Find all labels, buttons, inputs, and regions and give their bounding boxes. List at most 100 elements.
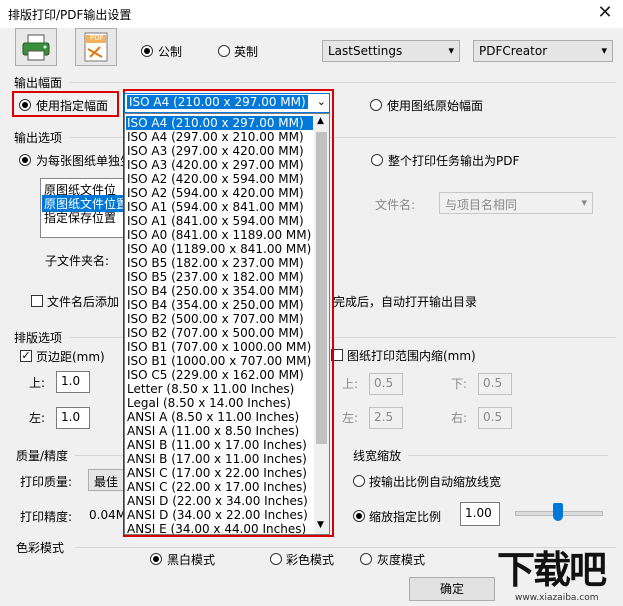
bw-radio[interactable]: [150, 553, 162, 565]
metric-label: 公制: [158, 45, 183, 59]
paper-size-option[interactable]: ANSI E (34.00 x 44.00 Inches): [126, 522, 313, 534]
paper-size-option[interactable]: ISO A4 (210.00 x 297.00 MM): [126, 116, 313, 130]
append-checkbox[interactable]: [31, 295, 43, 307]
chevron-down-icon: ▾: [601, 44, 607, 57]
linewidth-group-label: 线宽缩放: [353, 449, 402, 463]
shrink-bottom-label: 下:: [451, 377, 468, 391]
ok-button[interactable]: 确定: [409, 577, 495, 601]
precision-value: 0.04M: [89, 508, 127, 522]
chevron-down-icon: ▾: [581, 196, 587, 209]
paper-size-option[interactable]: ISO A1 (594.00 x 841.00 MM): [126, 200, 313, 214]
paper-size-option[interactable]: ISO A2 (420.00 x 594.00 MM): [126, 172, 313, 186]
paper-size-option[interactable]: ISO B5 (182.00 x 237.00 MM): [126, 256, 313, 270]
shrink-right-label: 右:: [451, 411, 468, 425]
color-group-label: 色彩模式: [16, 541, 65, 555]
output-size-group-label: 输出幅面: [14, 76, 63, 90]
paper-size-option[interactable]: ISO A3 (420.00 x 297.00 MM): [126, 158, 313, 172]
shrink-left-input[interactable]: 2.5: [369, 407, 403, 429]
gray-radio[interactable]: [360, 553, 372, 565]
paper-size-option[interactable]: ANSI A (8.50 x 11.00 Inches): [126, 410, 313, 424]
open-after-label: 完成后，自动打开输出目录: [333, 295, 478, 309]
paper-size-dropdown[interactable]: ANSI E (34.00 x 44.00 Inches) ANSI D (34.…: [124, 113, 330, 535]
printer-combo[interactable]: PDFCreator ▾: [473, 40, 613, 62]
paper-size-option[interactable]: ISO C5 (229.00 x 162.00 MM): [126, 368, 313, 382]
paper-size-option[interactable]: ISO B2 (500.00 x 707.00 MM): [126, 312, 313, 326]
scroll-up-icon[interactable]: ▲: [317, 116, 324, 126]
pdf-icon-label: PDF: [90, 34, 104, 42]
filename-combo[interactable]: 与项目名相同 ▾: [439, 192, 593, 214]
linewidth-input[interactable]: 1.00: [460, 502, 500, 526]
paper-size-option[interactable]: ISO A2 (594.00 x 420.00 MM): [126, 186, 313, 200]
window-title: 排版打印/PDF输出设置: [8, 8, 132, 22]
paper-size-option[interactable]: ISO B1 (707.00 x 1000.00 MM): [126, 340, 313, 354]
logo-text: 下载吧: [497, 548, 607, 592]
paper-size-option[interactable]: ANSI D (34.00 x 22.00 Inches): [126, 508, 313, 522]
paper-size-option[interactable]: ISO B4 (354.00 x 250.00 MM): [126, 298, 313, 312]
shrink-bottom-input[interactable]: 0.5: [478, 373, 512, 395]
print-quality-combo[interactable]: 最佳: [88, 469, 128, 491]
per-sheet-radio[interactable]: [19, 154, 31, 166]
paper-size-option[interactable]: ISO A4 (297.00 x 210.00 MM): [126, 130, 313, 144]
specified-linewidth-radio[interactable]: [353, 510, 365, 522]
list-item[interactable]: 指定保存位置: [44, 209, 116, 226]
top-margin-input[interactable]: 1.0: [56, 371, 90, 393]
use-original-label: 使用图纸原始幅面: [387, 99, 484, 113]
chevron-down-icon: ⌄: [316, 95, 326, 108]
paper-size-option[interactable]: ISO A1 (841.00 x 594.00 MM): [126, 214, 313, 228]
scrollbar-thumb[interactable]: [316, 132, 327, 444]
shrink-right-input[interactable]: 0.5: [478, 407, 512, 429]
paper-size-option[interactable]: ISO A3 (297.00 x 420.00 MM): [126, 144, 313, 158]
paper-size-option[interactable]: ISO A0 (1189.00 x 841.00 MM): [126, 242, 313, 256]
paper-size-option[interactable]: Legal (8.50 x 14.00 Inches): [126, 396, 313, 410]
use-specified-radio[interactable]: [19, 99, 31, 111]
paper-size-option[interactable]: ISO B1 (1000.00 x 707.00 MM): [126, 354, 313, 368]
whole-job-label: 整个打印任务输出为PDF: [388, 154, 520, 168]
close-button[interactable]: ✕: [594, 2, 616, 24]
paper-size-option[interactable]: ISO B2 (707.00 x 500.00 MM): [126, 326, 313, 340]
gray-label: 灰度模式: [377, 553, 426, 567]
margin-label: 页边距(mm): [36, 350, 105, 364]
location-list[interactable]: 原图纸文件位置 原图纸文件位置 指定保存位置: [40, 178, 129, 238]
settings-combo[interactable]: LastSettings ▾: [322, 40, 460, 62]
pdf-button[interactable]: PDF: [75, 28, 117, 66]
subfolder-label: 子文件夹名:: [45, 254, 110, 268]
paper-size-combo[interactable]: ISO A4 (210.00 x 297.00 MM) ⌄: [124, 93, 330, 113]
group-divider: [70, 82, 616, 83]
group-divider: [75, 455, 125, 456]
printer-icon: [22, 34, 50, 61]
specified-linewidth-label: 缩放指定比例: [369, 510, 442, 524]
paper-size-option[interactable]: ANSI C (22.00 x 17.00 Inches): [126, 480, 313, 494]
paper-size-option[interactable]: ANSI A (11.00 x 8.50 Inches): [126, 424, 313, 438]
dropdown-scrollbar[interactable]: ▲ ▼: [314, 114, 329, 534]
left-margin-input[interactable]: 1.0: [56, 407, 90, 429]
bw-label: 黑白模式: [167, 553, 216, 567]
shrink-top-input[interactable]: 0.5: [369, 373, 403, 395]
color-radio[interactable]: [270, 553, 282, 565]
paper-size-value: ISO A4 (210.00 x 297.00 MM): [127, 95, 308, 109]
color-label: 彩色模式: [286, 553, 335, 567]
printer-button[interactable]: [15, 28, 57, 66]
shrink-label: 图纸打印范围内缩(mm): [347, 349, 476, 363]
paper-size-option[interactable]: Letter (8.50 x 11.00 Inches): [126, 382, 313, 396]
whole-job-radio[interactable]: [371, 154, 383, 166]
chevron-down-icon: ▾: [448, 44, 454, 57]
paper-size-option[interactable]: ISO B5 (237.00 x 182.00 MM): [126, 270, 313, 284]
use-original-radio[interactable]: [370, 99, 382, 111]
paper-size-option[interactable]: ANSI C (17.00 x 22.00 Inches): [126, 466, 313, 480]
per-sheet-label: 为每张图纸单独生: [36, 154, 133, 168]
auto-linewidth-label: 按输出比例自动缩放线宽: [369, 475, 502, 489]
paper-size-option[interactable]: ANSI D (22.00 x 34.00 Inches): [126, 494, 313, 508]
paper-size-option[interactable]: ISO A0 (841.00 x 1189.00 MM): [126, 228, 313, 242]
imperial-radio[interactable]: [218, 45, 230, 57]
scroll-down-icon[interactable]: ▼: [317, 520, 324, 530]
linewidth-slider-thumb[interactable]: [553, 503, 563, 521]
auto-linewidth-radio[interactable]: [353, 475, 365, 487]
paper-size-option[interactable]: ANSI B (17.00 x 11.00 Inches): [126, 452, 313, 466]
site-logo: 下载吧 www.xiazaiba.com: [497, 548, 619, 604]
paper-size-option[interactable]: ISO B4 (250.00 x 354.00 MM): [126, 284, 313, 298]
layout-group-label: 排版选项: [14, 331, 63, 345]
shrink-top-label: 上:: [342, 377, 359, 391]
metric-radio[interactable]: [141, 45, 153, 57]
paper-size-option[interactable]: ANSI B (11.00 x 17.00 Inches): [126, 438, 313, 452]
margin-checkbox[interactable]: ✓: [20, 350, 32, 362]
